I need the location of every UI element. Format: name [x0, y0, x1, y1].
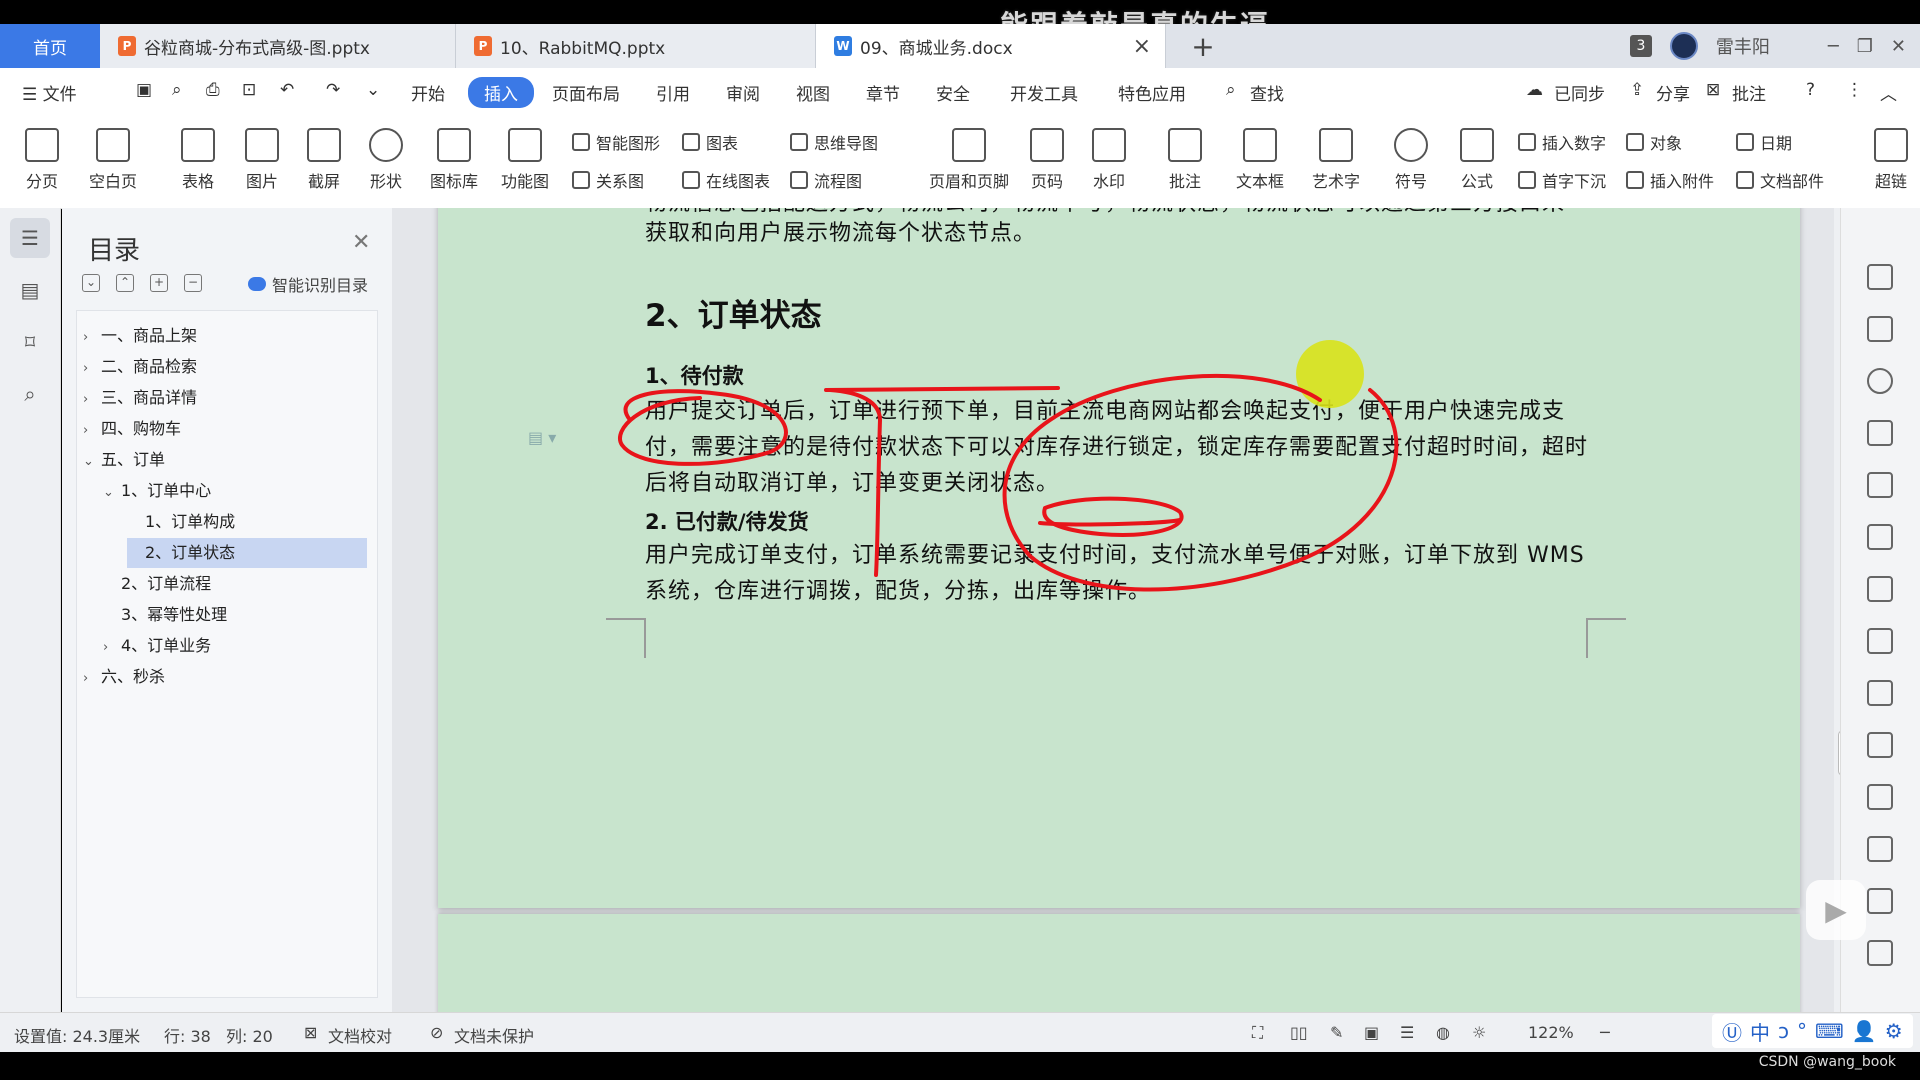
settings-icon[interactable]: ⚙: [1885, 1019, 1903, 1043]
play-icon[interactable]: ▶: [1806, 880, 1866, 940]
outline-view-icon[interactable]: ☰: [1400, 1023, 1414, 1042]
red-underline-heading: [824, 386, 1060, 392]
video-bottom-bar: [0, 1052, 1920, 1080]
setting-value[interactable]: 设置值: 24.3厘米: [14, 1023, 140, 1047]
read-mode-icon[interactable]: ▯▯: [1290, 1023, 1308, 1042]
red-line: [828, 388, 883, 577]
ime-toolbar[interactable]: Ⓤ 中 ↄ ° ⌨ 👤 ⚙: [1712, 1014, 1913, 1048]
fill-icon[interactable]: [1867, 472, 1893, 498]
red-circle-inventory-lock: [1042, 496, 1184, 537]
translate-icon[interactable]: [1867, 836, 1893, 862]
zoom-level[interactable]: 122%: [1528, 1023, 1574, 1042]
export-icon[interactable]: [1867, 784, 1893, 810]
fullscreen-icon[interactable]: ⛶: [1252, 1023, 1263, 1043]
credit-watermark: CSDN @wang_book: [1758, 1054, 1896, 1070]
ime-logo-icon[interactable]: Ⓤ: [1722, 1017, 1742, 1046]
image-icon[interactable]: [1867, 732, 1893, 758]
status-bar: 设置值: 24.3厘米 行: 38 列: 20 ⊠ 文档校对 ⊘ 文档未保护 ⛶…: [0, 1012, 1920, 1053]
grid-icon[interactable]: [1867, 576, 1893, 602]
ime-symbol-icon[interactable]: °: [1797, 1019, 1807, 1043]
settings-icon[interactable]: [1867, 680, 1893, 706]
archive-icon[interactable]: [1867, 888, 1893, 914]
write-mode-icon[interactable]: ✎: [1330, 1023, 1343, 1042]
red-circle-pending-payment: [618, 389, 788, 466]
user-icon[interactable]: 👤: [1852, 1019, 1877, 1043]
zoom-out-icon[interactable]: ─: [1600, 1023, 1610, 1042]
proof-label[interactable]: 文档校对: [328, 1023, 392, 1047]
red-underline-lock: [1038, 518, 1182, 527]
page-view-icon[interactable]: ▣: [1364, 1023, 1379, 1042]
annotation-layer: [618, 340, 1399, 592]
picture-icon[interactable]: [1867, 940, 1893, 966]
ime-chinese-mode[interactable]: 中: [1750, 1017, 1770, 1046]
protect-label[interactable]: 文档未保护: [454, 1023, 534, 1047]
chart-icon[interactable]: [1867, 628, 1893, 654]
table-icon[interactable]: [1867, 524, 1893, 550]
style-icon[interactable]: [1867, 368, 1893, 394]
protect-icon[interactable]: ⊘: [430, 1023, 443, 1042]
proof-icon[interactable]: ⊠: [304, 1023, 317, 1042]
row-indicator: 行: 38: [164, 1027, 211, 1046]
eye-care-icon[interactable]: ☼: [1472, 1023, 1486, 1042]
shapes-icon[interactable]: [1867, 420, 1893, 446]
ime-punct-icon[interactable]: ↄ: [1778, 1019, 1789, 1043]
web-view-icon[interactable]: ◍: [1436, 1023, 1450, 1042]
pen-icon[interactable]: [1867, 264, 1893, 290]
pointer-highlight: [1296, 340, 1364, 408]
red-circle-main: [1002, 373, 1399, 592]
col-indicator: 列: 20: [226, 1027, 273, 1046]
cursor-icon[interactable]: [1867, 316, 1893, 342]
keyboard-icon[interactable]: ⌨: [1815, 1019, 1844, 1043]
